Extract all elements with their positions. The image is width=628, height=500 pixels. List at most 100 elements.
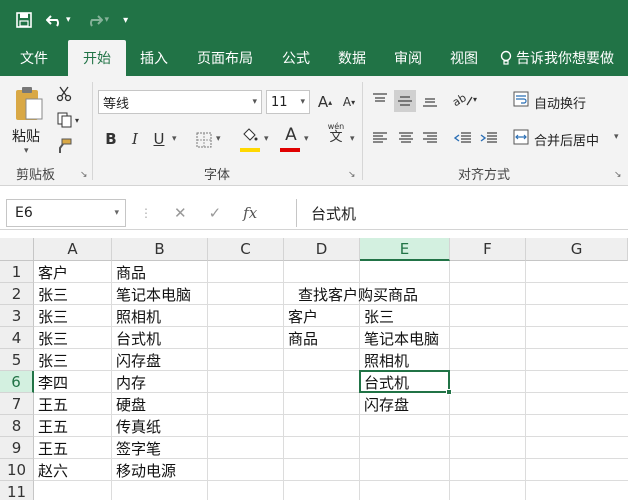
row-header-2[interactable]: 2 [0,283,34,305]
cell-b5[interactable]: 闪存盘 [112,349,161,371]
formula-input[interactable]: 台式机 [296,199,628,227]
name-box-dropdown-icon[interactable]: ▾ [114,208,119,218]
tab-file[interactable]: 文件 [0,40,68,76]
undo-dropdown-icon[interactable]: ▾ [66,15,71,25]
row-header-8[interactable]: 8 [0,415,34,437]
cell-b3[interactable]: 照相机 [112,305,161,327]
name-box[interactable]: E6 ▾ [6,199,126,227]
cell-a4[interactable]: 张三 [34,327,68,349]
tab-insert[interactable]: 插入 [126,40,182,76]
row-header-7[interactable]: 7 [0,393,34,415]
row-header-10[interactable]: 10 [0,459,34,481]
underline-dropdown-icon[interactable]: ▾ [172,134,177,144]
align-right-icon[interactable] [420,128,440,148]
column-header-g[interactable]: G [526,238,628,261]
align-left-icon[interactable] [370,128,390,148]
paste-button[interactable]: 粘贴 [12,126,40,146]
font-size-dropdown-icon[interactable]: ▾ [300,97,305,107]
enter-icon[interactable]: ✓ [209,204,222,222]
decrease-indent-icon[interactable] [452,128,474,148]
cell-a3[interactable]: 张三 [34,305,68,327]
formula-bar-grip-icon[interactable]: ⋮ [140,206,152,220]
row-header-4[interactable]: 4 [0,327,34,349]
cell-e3[interactable]: 张三 [360,305,394,327]
fill-color-dropdown-icon[interactable]: ▾ [264,134,269,144]
save-icon[interactable] [16,12,32,28]
borders-dropdown-icon[interactable]: ▾ [216,134,221,144]
cell-a8[interactable]: 王五 [34,415,68,437]
select-all-corner[interactable] [0,238,34,261]
merge-center-button[interactable]: 合并后居中 [534,130,599,149]
column-header-f[interactable]: F [450,238,526,261]
cell-b8[interactable]: 传真纸 [112,415,161,437]
cell-a7[interactable]: 王五 [34,393,68,415]
tab-formulas[interactable]: 公式 [268,40,324,76]
font-dialog-launcher-icon[interactable]: ↘ [348,170,356,180]
middle-align-icon[interactable] [394,90,416,112]
cell-e7[interactable]: 闪存盘 [360,393,409,415]
column-header-e[interactable]: E [360,238,450,261]
orientation-icon[interactable]: ab ▾ [452,88,478,110]
clipboard-dialog-launcher-icon[interactable]: ↘ [80,170,88,180]
row-header-3[interactable]: 3 [0,305,34,327]
wrap-text-button[interactable]: 自动换行 [534,93,586,112]
cell-b1[interactable]: 商品 [112,261,146,283]
cell-e5[interactable]: 照相机 [360,349,409,371]
grow-font-icon[interactable]: A ▴ [314,91,336,113]
cell-a2[interactable]: 张三 [34,283,68,305]
column-header-a[interactable]: A [34,238,112,261]
redo-dropdown-icon[interactable]: ▾ [105,15,110,25]
font-name-combo[interactable]: 等线 ▾ [98,90,262,114]
italic-button[interactable]: I [124,128,146,150]
row-header-11[interactable]: 11 [0,481,34,500]
redo-icon[interactable]: ▾ [85,12,110,28]
row-header-5[interactable]: 5 [0,349,34,371]
cell-a10[interactable]: 赵六 [34,459,68,481]
cell-b9[interactable]: 签字笔 [112,437,161,459]
font-size-combo[interactable]: 11 ▾ [266,90,310,114]
top-align-icon[interactable] [370,90,390,110]
tab-view[interactable]: 视图 [436,40,492,76]
insert-function-icon[interactable]: fx [243,204,257,222]
undo-icon[interactable]: ▾ [46,12,71,28]
cell-b4[interactable]: 台式机 [112,327,161,349]
phonetic-guide-dropdown-icon[interactable]: ▾ [350,134,355,144]
phonetic-guide-icon[interactable]: wén 文 [326,122,346,145]
row-header-6[interactable]: 6 [0,371,34,393]
align-center-icon[interactable] [396,128,416,148]
tab-review[interactable]: 审阅 [380,40,436,76]
wrap-text-icon[interactable] [512,90,530,108]
cell-d2[interactable]: 查找客户购买商品 [284,283,444,305]
cell-d4[interactable]: 商品 [284,327,318,349]
copy-icon[interactable]: ▾ [54,110,82,130]
borders-icon[interactable] [194,130,214,150]
column-header-d[interactable]: D [284,238,360,261]
cell-b6[interactable]: 内存 [112,371,146,393]
paste-dropdown-icon[interactable]: ▾ [24,146,29,156]
cell-e4[interactable]: 笔记本电脑 [360,327,439,349]
underline-button[interactable]: U [148,128,170,150]
cut-icon[interactable] [54,84,74,104]
format-painter-icon[interactable] [54,136,74,156]
increase-indent-icon[interactable] [478,128,500,148]
tell-me-box[interactable]: 告诉我你想要做 [492,40,628,76]
bottom-align-icon[interactable] [420,90,440,110]
cancel-icon[interactable]: ✕ [174,204,187,222]
cell-b10[interactable]: 移动电源 [112,459,176,481]
column-header-c[interactable]: C [208,238,284,261]
paste-icon[interactable] [12,84,46,124]
merge-center-dropdown-icon[interactable]: ▾ [614,132,619,142]
cell-a1[interactable]: 客户 [34,261,68,283]
cell-d3[interactable]: 客户 [284,305,318,327]
fill-handle[interactable] [446,389,452,395]
font-name-dropdown-icon[interactable]: ▾ [252,97,257,107]
row-header-1[interactable]: 1 [0,261,34,283]
cell-a6[interactable]: 李四 [34,371,68,393]
alignment-dialog-launcher-icon[interactable]: ↘ [614,170,622,180]
tab-data[interactable]: 数据 [324,40,380,76]
font-color-icon[interactable]: A [280,124,302,146]
tab-home[interactable]: 开始 [68,40,126,76]
merge-center-icon[interactable] [512,128,530,146]
cell-a9[interactable]: 王五 [34,437,68,459]
shrink-font-icon[interactable]: A ▾ [338,91,360,113]
